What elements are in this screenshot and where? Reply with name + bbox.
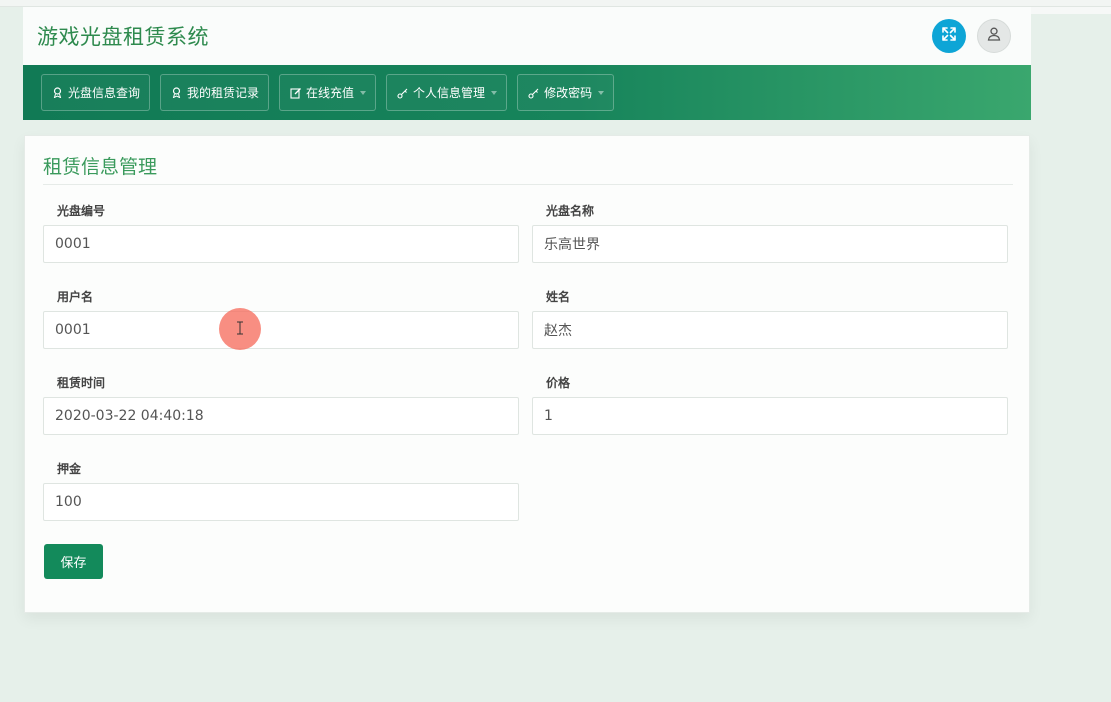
price-input[interactable] <box>532 397 1008 435</box>
click-indicator <box>219 308 261 350</box>
nav-profile-management[interactable]: 个人信息管理 <box>386 74 508 111</box>
disc-id-label: 光盘编号 <box>57 204 106 218</box>
key-icon <box>396 86 409 99</box>
window-top-strip <box>0 0 1111 7</box>
nav-label: 修改密码 <box>544 86 593 100</box>
disc-icon <box>170 86 183 99</box>
nav-label: 个人信息管理 <box>413 86 486 100</box>
user-menu-button[interactable] <box>977 19 1011 53</box>
nav-change-password[interactable]: 修改密码 <box>517 74 615 111</box>
app-title: 游戏光盘租赁系统 <box>37 25 209 49</box>
text-cursor-icon <box>235 320 245 339</box>
deposit-label: 押金 <box>57 462 82 476</box>
rent-time-input[interactable] <box>43 397 519 435</box>
deposit-input[interactable] <box>43 483 519 521</box>
user-icon <box>986 26 1002 46</box>
save-button[interactable]: 保存 <box>44 544 103 579</box>
disc-name-input[interactable] <box>532 225 1008 263</box>
edit-icon <box>289 86 302 99</box>
rental-form-card: 租赁信息管理 光盘编号 光盘名称 用户名 姓名 租赁时间 价格 押金 保存 <box>24 135 1030 613</box>
expand-icon <box>941 26 957 46</box>
nav-label: 在线充值 <box>306 86 355 100</box>
name-label: 姓名 <box>546 290 571 304</box>
disc-id-input[interactable] <box>43 225 519 263</box>
nav-label: 光盘信息查询 <box>68 86 141 100</box>
chevron-down-icon <box>598 90 605 95</box>
disc-name-label: 光盘名称 <box>546 204 595 218</box>
nav-label: 我的租赁记录 <box>187 86 260 100</box>
nav-disc-query[interactable]: 光盘信息查询 <box>41 74 151 111</box>
app-shell: 游戏光盘租赁系统 光盘信息查询 我的租赁记录 在线充值 个人信息管理 修改密码 <box>23 7 1031 120</box>
main-navbar: 光盘信息查询 我的租赁记录 在线充值 个人信息管理 修改密码 <box>23 65 1031 120</box>
rent-time-label: 租赁时间 <box>57 376 106 390</box>
disc-icon <box>51 86 64 99</box>
page-title: 租赁信息管理 <box>43 156 158 178</box>
username-input[interactable] <box>43 311 519 349</box>
key-icon <box>527 86 540 99</box>
nav-my-rentals[interactable]: 我的租赁记录 <box>160 74 270 111</box>
nav-recharge[interactable]: 在线充值 <box>279 74 377 111</box>
app-header: 游戏光盘租赁系统 <box>23 7 1031 65</box>
username-label: 用户名 <box>57 290 94 304</box>
name-input[interactable] <box>532 311 1008 349</box>
right-panel <box>1031 7 1111 14</box>
title-divider <box>43 184 1013 185</box>
price-label: 价格 <box>546 376 571 390</box>
chevron-down-icon <box>360 90 367 95</box>
chevron-down-icon <box>491 90 498 95</box>
header-actions <box>932 19 1011 53</box>
fullscreen-button[interactable] <box>932 19 966 53</box>
